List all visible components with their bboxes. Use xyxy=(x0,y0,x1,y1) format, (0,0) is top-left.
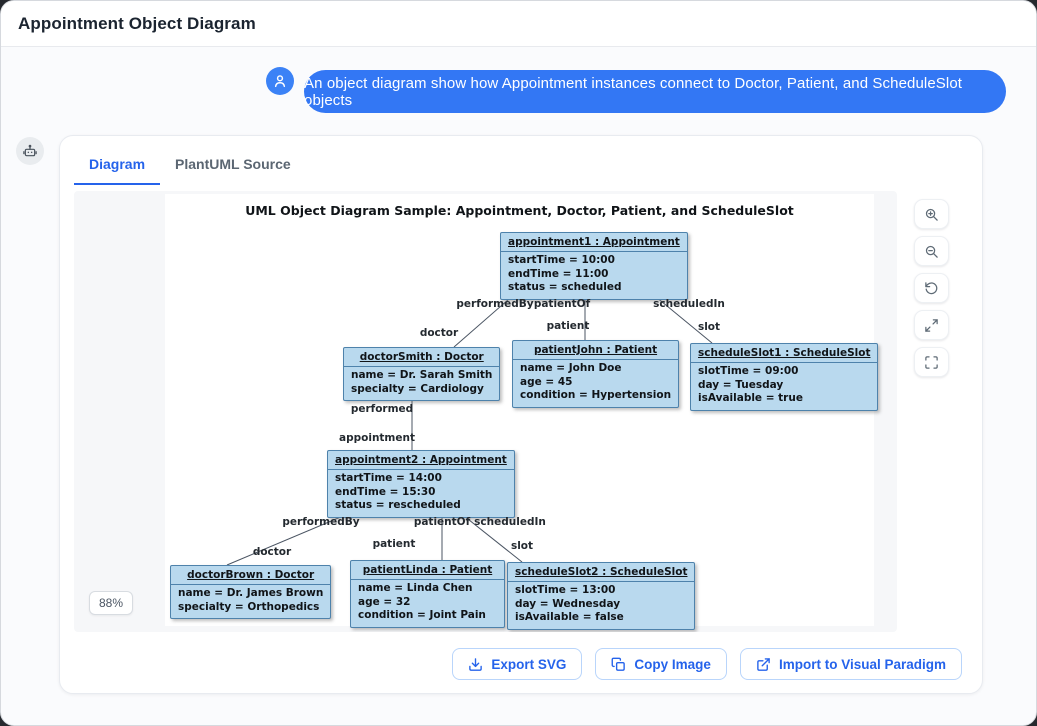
uml-object-doctorSmith: doctorSmith : Doctor name = Dr. Sarah Smi… xyxy=(343,347,500,401)
uml-object-attribute: age = 45 xyxy=(513,376,678,390)
zoom-out-button[interactable] xyxy=(914,236,949,266)
download-icon xyxy=(468,657,483,672)
edge-label: doctor xyxy=(420,327,458,339)
action-toolbar: Export SVG Copy Image Import to Visual P… xyxy=(452,648,962,680)
external-link-icon xyxy=(756,657,771,672)
edge-label: scheduledIn xyxy=(474,516,546,528)
app-header: Appointment Object Diagram xyxy=(1,1,1036,47)
uml-object-attribute: startTime = 14:00 xyxy=(328,472,514,486)
uml-object-attribute: startTime = 10:00 xyxy=(501,254,687,268)
app-window: Appointment Object Diagram An object dia… xyxy=(0,0,1037,726)
uml-object-attribute: status = scheduled xyxy=(501,281,687,295)
uml-object-attribute: age = 32 xyxy=(351,596,504,610)
copy-image-button[interactable]: Copy Image xyxy=(595,648,727,680)
diagram-title: UML Object Diagram Sample: Appointment, … xyxy=(165,203,874,218)
edge-label: slot xyxy=(511,540,533,552)
uml-object-scheduleSlot1: scheduleSlot1 : ScheduleSlot slotTime = 0… xyxy=(690,343,878,411)
zoom-controls xyxy=(914,199,949,377)
diagram-surface: UML Object Diagram Sample: Appointment, … xyxy=(165,194,874,626)
uml-object-attribute: status = rescheduled xyxy=(328,499,514,513)
diagram-panel: Diagram PlantUML Source UML Object Diagr… xyxy=(59,135,983,694)
uml-object-attribute: day = Tuesday xyxy=(691,379,877,393)
uml-object-attribute: day = Wednesday xyxy=(508,598,694,612)
uml-object-title: doctorBrown : Doctor xyxy=(171,566,330,585)
diagram-canvas[interactable]: UML Object Diagram Sample: Appointment, … xyxy=(74,191,897,632)
zoom-out-icon xyxy=(924,244,939,259)
tab-diagram[interactable]: Diagram xyxy=(74,146,160,185)
uml-object-attribute: condition = Joint Pain xyxy=(351,609,504,623)
expand-icon xyxy=(924,318,939,333)
edge-label: scheduledIn xyxy=(653,298,725,310)
robot-icon xyxy=(16,137,44,165)
fit-view-button[interactable] xyxy=(914,347,949,377)
edge-label: slot xyxy=(698,321,720,333)
fit-view-icon xyxy=(924,355,939,370)
uml-object-attribute: condition = Hypertension xyxy=(513,389,678,403)
edge-label: performed xyxy=(351,403,413,415)
uml-object-attribute: specialty = Cardiology xyxy=(344,383,499,397)
chat-message-bubble: An object diagram show how Appointment i… xyxy=(304,70,1006,113)
tab-plantuml-source[interactable]: PlantUML Source xyxy=(160,146,306,185)
uml-object-title: doctorSmith : Doctor xyxy=(344,348,499,367)
edge-label: patientOf xyxy=(534,298,590,310)
tab-bar: Diagram PlantUML Source xyxy=(74,146,306,185)
edge-label: appointment xyxy=(339,432,415,444)
edge-label: patient xyxy=(373,538,416,550)
uml-object-patientJohn: patientJohn : Patient name = John Doeage … xyxy=(512,340,679,408)
uml-object-attribute: name = Dr. James Brown xyxy=(171,587,330,601)
edge-label: doctor xyxy=(253,546,291,558)
import-visual-paradigm-button[interactable]: Import to Visual Paradigm xyxy=(740,648,962,680)
user-icon xyxy=(272,73,288,89)
edge-label: performedBy xyxy=(456,298,533,310)
uml-object-attribute: isAvailable = true xyxy=(691,392,877,406)
uml-object-title: appointment1 : Appointment xyxy=(501,233,687,252)
edge-label: patientOf xyxy=(414,516,470,528)
export-svg-button[interactable]: Export SVG xyxy=(452,648,582,680)
import-visual-paradigm-label: Import to Visual Paradigm xyxy=(779,657,946,672)
uml-object-title: scheduleSlot2 : ScheduleSlot xyxy=(508,563,694,582)
edge-label: performedBy xyxy=(282,516,359,528)
uml-object-title: patientJohn : Patient xyxy=(513,341,678,360)
uml-object-patientLinda: patientLinda : Patient name = Linda Chena… xyxy=(350,560,505,628)
uml-object-title: appointment2 : Appointment xyxy=(328,451,514,470)
reset-view-button[interactable] xyxy=(914,273,949,303)
uml-object-doctorBrown: doctorBrown : Doctor name = Dr. James Bro… xyxy=(170,565,331,619)
uml-object-appointment1: appointment1 : Appointment startTime = 10… xyxy=(500,232,688,300)
page-title: Appointment Object Diagram xyxy=(18,14,256,34)
uml-object-attribute: specialty = Orthopedics xyxy=(171,601,330,615)
export-svg-label: Export SVG xyxy=(491,657,566,672)
zoom-in-icon xyxy=(924,207,939,222)
expand-button[interactable] xyxy=(914,310,949,340)
uml-object-attribute: slotTime = 13:00 xyxy=(508,584,694,598)
reset-view-icon xyxy=(924,281,939,296)
uml-object-attribute: endTime = 15:30 xyxy=(328,486,514,500)
uml-object-appointment2: appointment2 : Appointment startTime = 14… xyxy=(327,450,515,518)
zoom-in-button[interactable] xyxy=(914,199,949,229)
uml-object-attribute: name = John Doe xyxy=(513,362,678,376)
zoom-level-badge: 88% xyxy=(89,591,133,615)
uml-object-scheduleSlot2: scheduleSlot2 : ScheduleSlot slotTime = 1… xyxy=(507,562,695,630)
uml-object-attribute: endTime = 11:00 xyxy=(501,268,687,282)
copy-image-label: Copy Image xyxy=(634,657,711,672)
copy-icon xyxy=(611,657,626,672)
edge-label: patient xyxy=(547,320,590,332)
uml-object-title: scheduleSlot1 : ScheduleSlot xyxy=(691,344,877,363)
uml-object-title: patientLinda : Patient xyxy=(351,561,504,580)
uml-object-attribute: slotTime = 09:00 xyxy=(691,365,877,379)
user-avatar xyxy=(266,67,294,95)
uml-object-attribute: name = Linda Chen xyxy=(351,582,504,596)
uml-object-attribute: isAvailable = false xyxy=(508,611,694,625)
uml-object-attribute: name = Dr. Sarah Smith xyxy=(344,369,499,383)
